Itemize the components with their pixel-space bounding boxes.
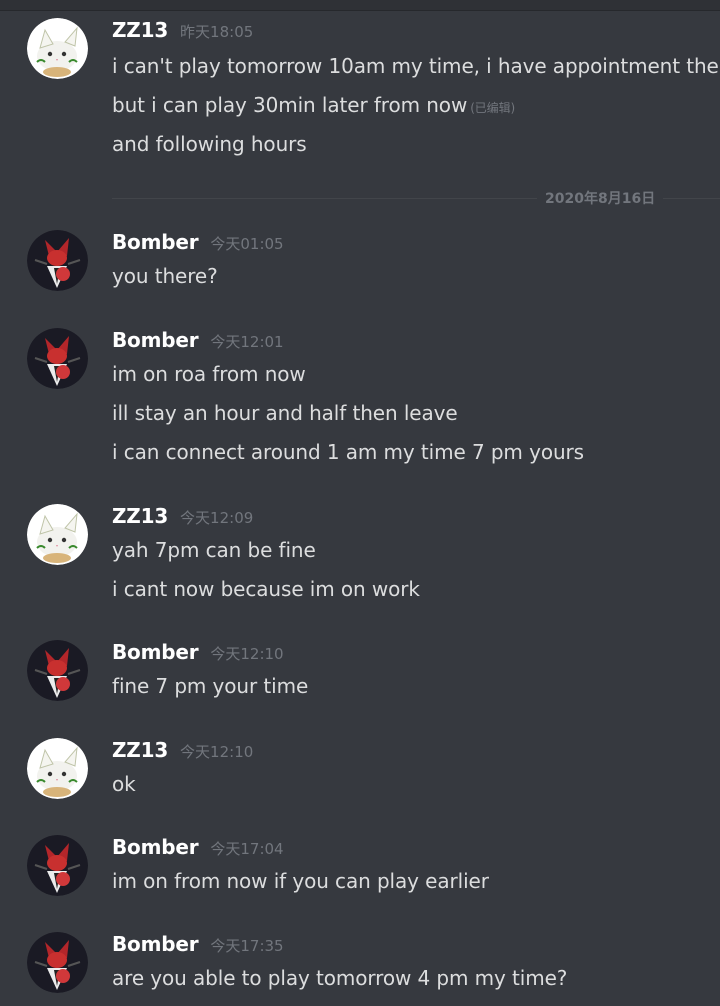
username[interactable]: Bomber	[112, 932, 199, 956]
username[interactable]: ZZ13	[112, 18, 168, 42]
timestamp: 昨天18:05	[180, 23, 254, 41]
message-text: ill stay an hour and half then leave	[112, 401, 458, 425]
username[interactable]: Bomber	[112, 328, 199, 352]
message-text: im on from now if you can play earlier	[112, 869, 489, 893]
message-header: ZZ13 昨天18:05	[112, 18, 253, 42]
bomber-avatar-icon[interactable]	[27, 328, 88, 389]
bomber-avatar-icon[interactable]	[27, 835, 88, 896]
username[interactable]: Bomber	[112, 640, 199, 664]
timestamp: 今天12:10	[210, 645, 284, 663]
bomber-avatar-icon[interactable]	[27, 640, 88, 701]
message-text-edited: but i can play 30min later from now (已编辑)	[112, 93, 515, 117]
message-header: Bomber 今天12:01	[112, 328, 284, 352]
zz13-avatar-icon[interactable]	[27, 738, 88, 799]
message-header: Bomber 今天01:05	[112, 230, 284, 254]
username[interactable]: ZZ13	[112, 504, 168, 528]
message-header: ZZ13 今天12:10	[112, 738, 253, 762]
timestamp: 今天01:05	[210, 235, 284, 253]
message-header: Bomber 今天17:04	[112, 835, 284, 859]
timestamp: 今天17:35	[210, 937, 284, 955]
message-text: i can connect around 1 am my time 7 pm y…	[112, 440, 584, 464]
message-text: im on roa from now	[112, 362, 306, 386]
message-header: Bomber 今天12:10	[112, 640, 284, 664]
timestamp: 今天17:04	[210, 840, 284, 858]
message-text: and following hours	[112, 132, 307, 156]
message-text: you there?	[112, 264, 218, 288]
message-text: yah 7pm can be fine	[112, 538, 316, 562]
username[interactable]: Bomber	[112, 835, 199, 859]
timestamp: 今天12:10	[180, 743, 254, 761]
username[interactable]: ZZ13	[112, 738, 168, 762]
message-text: i can't play tomorrow 10am my time, i ha…	[112, 54, 720, 78]
edited-label: (已编辑)	[470, 101, 516, 115]
message-text: ok	[112, 772, 136, 796]
timestamp: 今天12:01	[210, 333, 284, 351]
channel-top-bar	[0, 0, 720, 11]
zz13-avatar-icon[interactable]	[27, 504, 88, 565]
message-text: are you able to play tomorrow 4 pm my ti…	[112, 966, 568, 990]
message-text: fine 7 pm your time	[112, 674, 309, 698]
timestamp: 今天12:09	[180, 509, 254, 527]
message-text: but i can play 30min later from now	[112, 93, 468, 117]
message-header: Bomber 今天17:35	[112, 932, 284, 956]
bomber-avatar-icon[interactable]	[27, 230, 88, 291]
zz13-avatar-icon[interactable]	[27, 18, 88, 79]
username[interactable]: Bomber	[112, 230, 199, 254]
bomber-avatar-icon[interactable]	[27, 932, 88, 993]
date-divider-label: 2020年8月16日	[537, 188, 664, 208]
message-header: ZZ13 今天12:09	[112, 504, 253, 528]
message-text: i cant now because im on work	[112, 577, 420, 601]
